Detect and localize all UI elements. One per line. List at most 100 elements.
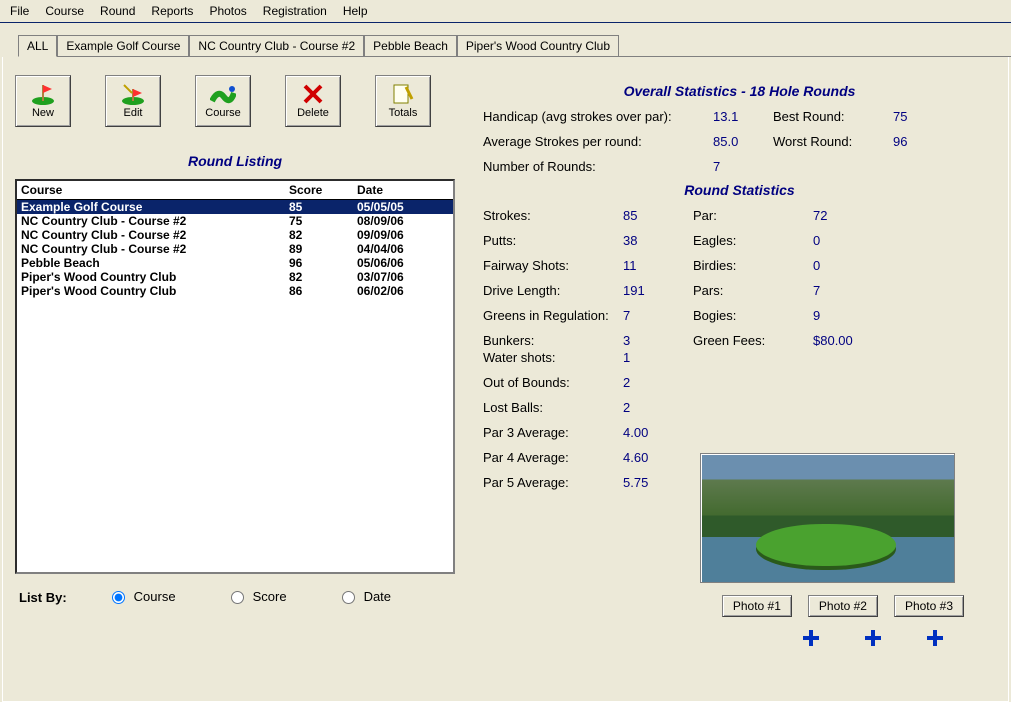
cell-date: 06/02/06 <box>357 284 449 298</box>
header-date: Date <box>357 183 449 197</box>
bunkers-label: Bunkers: <box>483 333 623 348</box>
listby-radio-course[interactable] <box>112 591 125 604</box>
best-round-value: 75 <box>893 109 953 124</box>
avgstrokes-value: 85.0 <box>713 134 773 149</box>
greenfees-label: Green Fees: <box>693 333 813 348</box>
fairway-value: 11 <box>623 258 693 273</box>
numrounds-value: 7 <box>713 159 773 174</box>
table-row[interactable]: Piper's Wood Country Club8203/07/06 <box>17 270 453 284</box>
cell-score: 82 <box>289 228 357 242</box>
course-button[interactable]: Course <box>195 75 251 127</box>
menu-photos[interactable]: Photos <box>201 2 254 20</box>
strokes-value: 85 <box>623 208 693 223</box>
menu-round[interactable]: Round <box>92 2 143 20</box>
cell-course: Pebble Beach <box>21 256 289 270</box>
bogies-value: 9 <box>813 308 903 323</box>
listby-date[interactable]: Date <box>337 588 391 604</box>
oob-value: 2 <box>623 375 703 390</box>
cell-score: 75 <box>289 214 357 228</box>
cell-score: 86 <box>289 284 357 298</box>
menu-file[interactable]: File <box>2 2 37 20</box>
cell-date: 09/09/06 <box>357 228 449 242</box>
table-row[interactable]: NC Country Club - Course #27508/09/06 <box>17 214 453 228</box>
greenfees-value: $80.00 <box>813 333 903 348</box>
photo3-button[interactable]: Photo #3 <box>894 595 964 617</box>
cell-course: Example Golf Course <box>21 200 289 214</box>
list-by-label: List By: <box>19 590 67 605</box>
overall-stats-title: Overall Statistics - 18 Hole Rounds <box>483 83 996 99</box>
cell-date: 05/06/06 <box>357 256 449 270</box>
table-row[interactable]: Pebble Beach9605/06/06 <box>17 256 453 270</box>
course-icon <box>210 83 236 105</box>
photo2-button[interactable]: Photo #2 <box>808 595 878 617</box>
fairway-label: Fairway Shots: <box>483 258 623 273</box>
round-listing-title: Round Listing <box>15 153 455 169</box>
cell-score: 82 <box>289 270 357 284</box>
tab-nc-country-club-course-2[interactable]: NC Country Club - Course #2 <box>189 35 364 56</box>
overall-stats: Handicap (avg strokes over par): 13.1 Be… <box>483 109 996 174</box>
add-photo3-button[interactable] <box>924 627 946 649</box>
handicap-label: Handicap (avg strokes over par): <box>483 109 713 124</box>
right-column: Overall Statistics - 18 Hole Rounds Hand… <box>475 75 996 685</box>
cell-date: 03/07/06 <box>357 270 449 284</box>
oob-label: Out of Bounds: <box>483 375 623 390</box>
add-photo1-button[interactable] <box>800 627 822 649</box>
new-button[interactable]: New <box>15 75 71 127</box>
par3-label: Par 3 Average: <box>483 425 623 440</box>
menu-help[interactable]: Help <box>335 2 376 20</box>
round-stats-title: Round Statistics <box>483 182 996 198</box>
listby-radio-score[interactable] <box>231 591 244 604</box>
cell-course: Piper's Wood Country Club <box>21 270 289 284</box>
list-header: Course Score Date <box>17 181 453 200</box>
new-label: New <box>32 107 54 119</box>
par5-label: Par 5 Average: <box>483 475 623 490</box>
delete-label: Delete <box>297 107 329 119</box>
putts-value: 38 <box>623 233 693 248</box>
menu-reports[interactable]: Reports <box>143 2 201 20</box>
edit-button[interactable]: Edit <box>105 75 161 127</box>
course-photo <box>700 453 955 583</box>
tab-panel: New Edit Course <box>2 57 1009 702</box>
tab-all[interactable]: ALL <box>18 35 57 57</box>
round-list[interactable]: Course Score Date Example Golf Course850… <box>15 179 455 574</box>
drive-label: Drive Length: <box>483 283 623 298</box>
cell-course: NC Country Club - Course #2 <box>21 242 289 256</box>
listby-label-score: Score <box>253 589 287 604</box>
numrounds-label: Number of Rounds: <box>483 159 713 174</box>
cell-score: 96 <box>289 256 357 270</box>
worst-round-label: Worst Round: <box>773 134 893 149</box>
table-row[interactable]: Piper's Wood Country Club8606/02/06 <box>17 284 453 298</box>
eagles-label: Eagles: <box>693 233 813 248</box>
tab-example-golf-course[interactable]: Example Golf Course <box>57 35 189 56</box>
totals-label: Totals <box>389 107 418 119</box>
menu-bar: FileCourseRoundReportsPhotosRegistration… <box>0 0 1011 23</box>
listby-score[interactable]: Score <box>226 588 287 604</box>
eagles-value: 0 <box>813 233 903 248</box>
photo1-button[interactable]: Photo #1 <box>722 595 792 617</box>
birdies-label: Birdies: <box>693 258 813 273</box>
listby-label-date: Date <box>364 589 391 604</box>
listby-radio-date[interactable] <box>342 591 355 604</box>
round-stats: Strokes: 85 Par: 72 Putts: 38 Eagles: 0 … <box>483 208 996 348</box>
menu-course[interactable]: Course <box>37 2 92 20</box>
table-row[interactable]: NC Country Club - Course #28209/09/06 <box>17 228 453 242</box>
tab-piper-s-wood-country-club[interactable]: Piper's Wood Country Club <box>457 35 619 56</box>
tab-pebble-beach[interactable]: Pebble Beach <box>364 35 457 56</box>
totals-icon <box>390 83 416 105</box>
totals-button[interactable]: Totals <box>375 75 431 127</box>
pars-value: 7 <box>813 283 903 298</box>
cell-date: 08/09/06 <box>357 214 449 228</box>
delete-button[interactable]: Delete <box>285 75 341 127</box>
par3-value: 4.00 <box>623 425 703 440</box>
cell-course: NC Country Club - Course #2 <box>21 228 289 242</box>
greens-value: 7 <box>623 308 693 323</box>
listby-course[interactable]: Course <box>107 588 176 604</box>
menu-registration[interactable]: Registration <box>255 2 335 20</box>
drive-value: 191 <box>623 283 693 298</box>
table-row[interactable]: NC Country Club - Course #28904/04/06 <box>17 242 453 256</box>
putts-label: Putts: <box>483 233 623 248</box>
cell-course: NC Country Club - Course #2 <box>21 214 289 228</box>
add-photo2-button[interactable] <box>862 627 884 649</box>
par5-value: 5.75 <box>623 475 703 490</box>
table-row[interactable]: Example Golf Course8505/05/05 <box>17 200 453 214</box>
